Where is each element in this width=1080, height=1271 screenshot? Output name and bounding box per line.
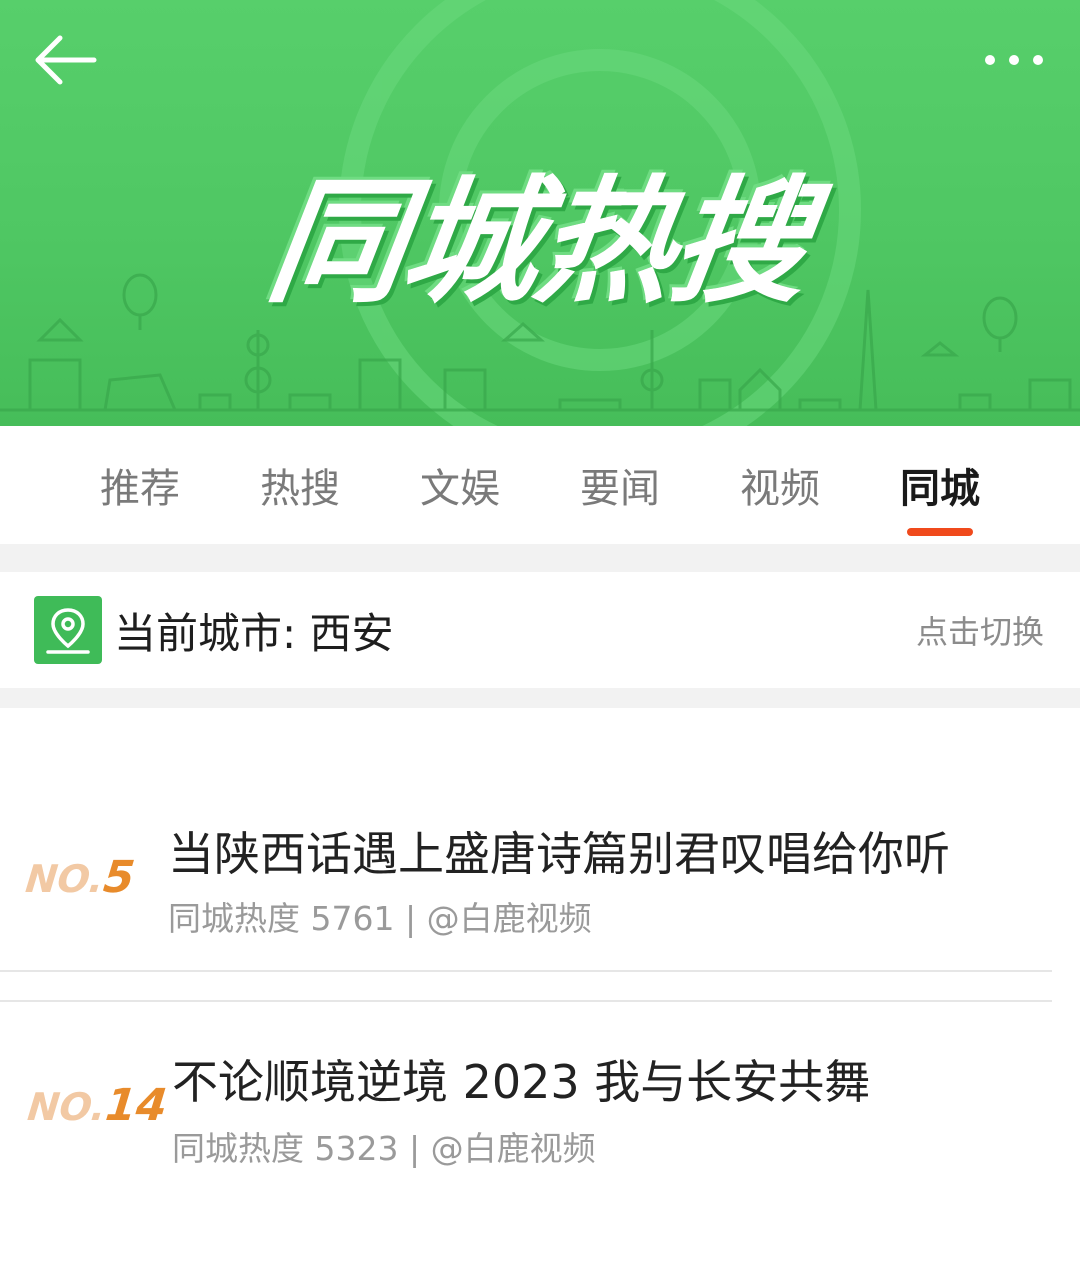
section-divider	[0, 544, 1080, 572]
tab-hot-search[interactable]: 热搜	[240, 426, 360, 544]
tab-news[interactable]: 要闻	[560, 426, 680, 544]
tab-recommend[interactable]: 推荐	[80, 426, 200, 544]
active-tab-indicator	[907, 528, 973, 536]
news-title[interactable]: 当陕西话遇上盛唐诗篇别君叹唱给你听	[168, 818, 950, 884]
section-divider	[0, 688, 1080, 708]
list-item[interactable]: NO.5 当陕西话遇上盛唐诗篇别君叹唱给你听 同城热度 5761 | @白鹿视频	[0, 800, 1080, 970]
more-dots-icon[interactable]	[980, 48, 1048, 72]
rank-badge: NO.14	[25, 1080, 170, 1131]
current-city-row: 当前城市: 西安 点击切换	[0, 572, 1080, 688]
tab-video[interactable]: 视频	[720, 426, 840, 544]
news-title[interactable]: 不论顺境逆境 2023 我与长安共舞	[172, 1046, 870, 1112]
category-tabs: 推荐 热搜 文娱 要闻 视频 同城	[0, 426, 1080, 544]
rank-badge: NO.5	[23, 852, 138, 903]
banner-title: 同城热搜	[259, 163, 818, 322]
tab-local[interactable]: 同城	[880, 426, 1000, 544]
list-divider	[0, 970, 1052, 972]
list-item[interactable]: NO.14 不论顺境逆境 2023 我与长安共舞 同城热度 5323 | @白鹿…	[0, 1030, 1080, 1200]
tab-entertainment[interactable]: 文娱	[400, 426, 520, 544]
switch-city-link[interactable]: 点击切换	[916, 572, 1044, 688]
news-meta: 同城热度 5761 | @白鹿视频	[168, 899, 592, 938]
location-pin-icon	[34, 596, 102, 664]
list-divider	[0, 1000, 1052, 1002]
news-meta: 同城热度 5323 | @白鹿视频	[172, 1129, 596, 1168]
header-banner: 同城热搜	[0, 0, 1080, 426]
back-arrow-icon[interactable]	[32, 30, 102, 90]
current-city-label: 当前城市: 西安	[114, 608, 394, 658]
